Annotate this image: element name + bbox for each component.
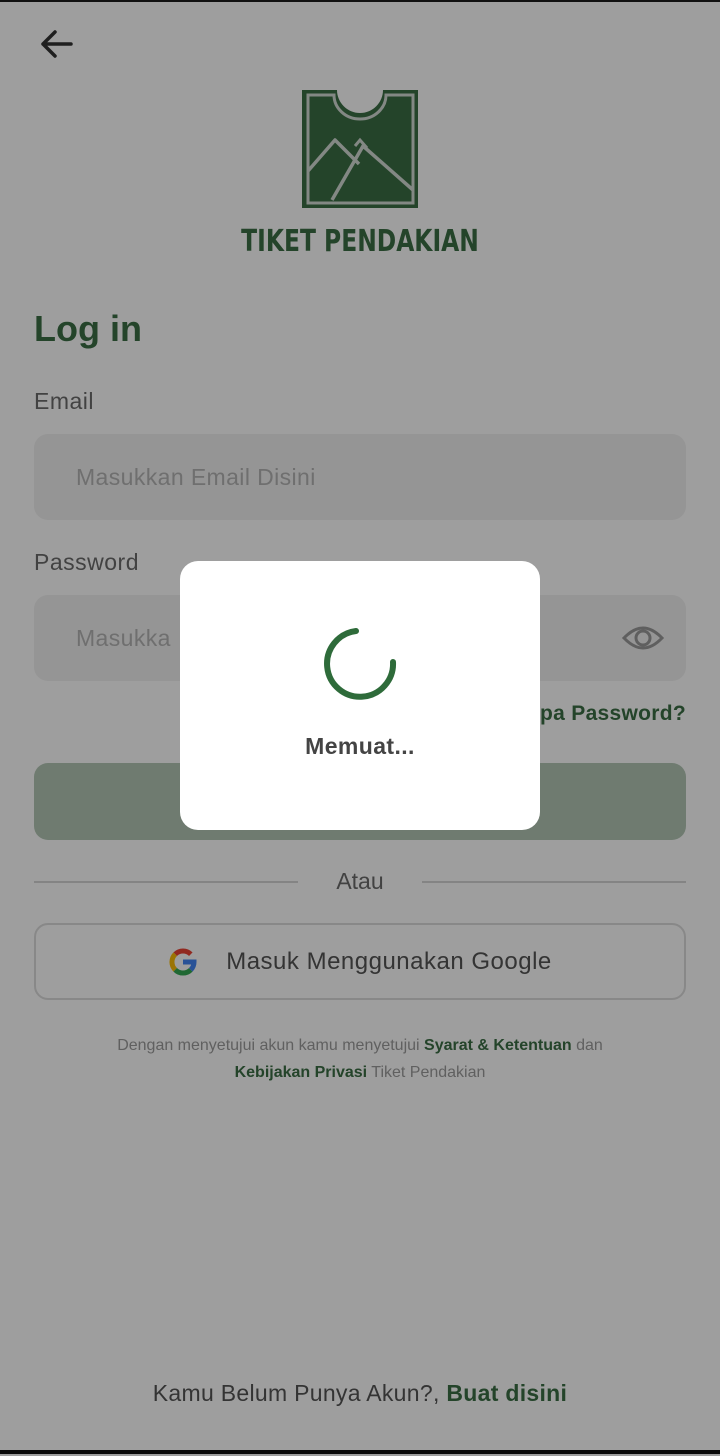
loading-dialog: Memuat...: [180, 561, 540, 830]
login-screen: TIKET PENDAKIAN Log in Email Masukkan Em…: [0, 0, 720, 1456]
loading-text: Memuat...: [305, 733, 415, 759]
loading-spinner-icon: [324, 628, 397, 700]
